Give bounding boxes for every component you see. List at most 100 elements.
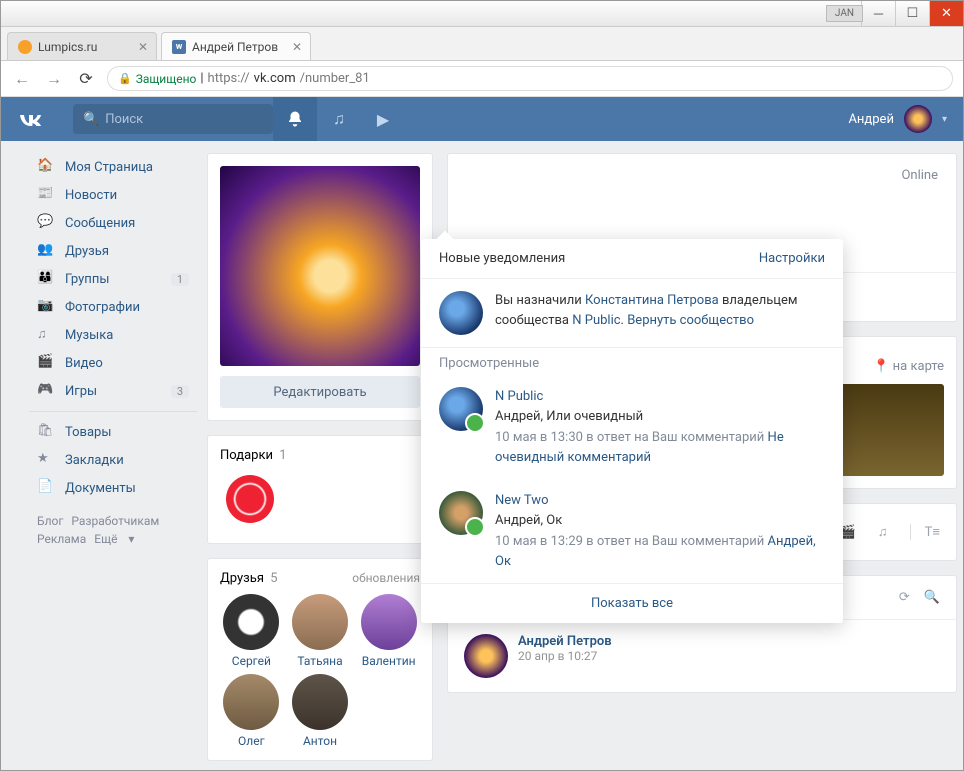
tab-lumpics[interactable]: Lumpics.ru ✕: [7, 32, 157, 60]
window-minimize-button[interactable]: ─: [861, 1, 895, 26]
community-link[interactable]: New Two: [495, 491, 825, 511]
friends-count: 5: [270, 571, 277, 586]
gift-santa-icon[interactable]: [226, 475, 274, 523]
tab-vk[interactable]: w Андрей Петров ✕: [161, 32, 311, 60]
search-input[interactable]: 🔍 Поиск: [73, 104, 273, 134]
avatar: [439, 387, 483, 431]
notifications-title: Новые уведомления: [439, 251, 565, 266]
favicon-vk: w: [172, 40, 186, 54]
friend-item[interactable]: Татьяна: [289, 594, 352, 668]
footer-more-link[interactable]: Ещё ▾: [94, 532, 134, 546]
footer-blog-link[interactable]: Блог: [37, 514, 63, 528]
tab-close-icon[interactable]: ✕: [138, 40, 148, 54]
window-maximize-button[interactable]: ☐: [895, 1, 929, 26]
notifications-popup: Новые уведомления Настройки Вы назначили…: [421, 239, 843, 623]
sidebar-item-documents[interactable]: 📄Документы: [29, 474, 197, 502]
text-options-icon[interactable]: T≡: [910, 524, 940, 540]
show-all-link[interactable]: Показать все: [421, 583, 843, 623]
community-link[interactable]: N Public: [495, 387, 825, 407]
star-icon: ★: [37, 451, 55, 469]
search-icon: 🔍: [83, 112, 99, 127]
notification-item[interactable]: New Two Андрей, Ок 10 мая в 13:29 в отве…: [421, 479, 843, 583]
avatar: [223, 594, 279, 650]
sidebar-item-photos[interactable]: 📷Фотографии: [29, 293, 197, 321]
community-link[interactable]: N Public: [572, 313, 620, 328]
sidebar-item-news[interactable]: 📰Новости: [29, 181, 197, 209]
friend-item[interactable]: Сергей: [220, 594, 283, 668]
profile-photo-block: Редактировать: [207, 153, 433, 421]
profile-photo[interactable]: [220, 166, 420, 366]
gifts-count: 1: [279, 448, 286, 463]
video-play-button[interactable]: ▶: [361, 97, 405, 141]
avatar: [292, 674, 348, 730]
sidebar-item-messages[interactable]: 💬Сообщения: [29, 209, 197, 237]
sidebar-item-games[interactable]: 🎮Игры3: [29, 377, 197, 405]
secure-label: Защищено: [136, 72, 197, 86]
url-bar[interactable]: 🔒 Защищено | https://vk.com/number_81: [107, 66, 953, 91]
refresh-icon[interactable]: ⟳: [899, 590, 910, 605]
browser-addressbar: ← → ⟳ 🔒 Защищено | https://vk.com/number…: [1, 61, 963, 97]
nav-forward-button[interactable]: →: [43, 69, 65, 89]
source-label: JAN: [826, 5, 863, 22]
sidebar-item-groups[interactable]: 👨‍👩‍👦Группы1: [29, 265, 197, 293]
sidebar-item-market[interactable]: 🛍Товары: [29, 418, 197, 446]
notifications-bell-button[interactable]: [273, 97, 317, 141]
avatar[interactable]: [464, 634, 508, 678]
browser-window: JAN ─ ☐ ✕ Lumpics.ru ✕ w Андрей Петров ✕…: [0, 0, 964, 771]
header-user-menu[interactable]: Андрей ▾: [848, 105, 947, 133]
tab-close-icon[interactable]: ✕: [292, 40, 302, 54]
music-button[interactable]: ♫: [317, 97, 361, 141]
video-icon: 🎬: [37, 354, 55, 372]
nav-back-button[interactable]: ←: [11, 69, 33, 89]
gifts-title[interactable]: Подарки: [220, 448, 273, 463]
sidebar-item-profile[interactable]: 🏠Моя Страница: [29, 153, 197, 181]
photo-thumbnail[interactable]: [828, 384, 945, 476]
notification-item[interactable]: Вы назначили Константина Петрова владель…: [421, 279, 843, 347]
sidebar-item-bookmarks[interactable]: ★Закладки: [29, 446, 197, 474]
friend-item[interactable]: Валентин: [357, 594, 420, 668]
avatar: [292, 594, 348, 650]
search-placeholder: Поиск: [105, 112, 143, 127]
post-author-link[interactable]: Андрей Петров: [518, 634, 612, 649]
music-icon[interactable]: ♫: [878, 524, 888, 540]
person-link[interactable]: Константина Петрова: [585, 293, 719, 308]
avatar: [904, 105, 932, 133]
notifications-settings-link[interactable]: Настройки: [759, 251, 825, 266]
tab-title: Lumpics.ru: [38, 40, 97, 54]
browser-tabstrip: Lumpics.ru ✕ w Андрей Петров ✕: [1, 27, 963, 61]
post-date: 20 апр в 10:27: [518, 649, 612, 663]
edit-profile-button[interactable]: Редактировать: [220, 376, 420, 408]
friends-icon: 👥: [37, 242, 55, 260]
return-community-link[interactable]: Вернуть сообщество: [627, 313, 754, 328]
sidebar-item-friends[interactable]: 👥Друзья: [29, 237, 197, 265]
header-username: Андрей: [848, 112, 894, 127]
friend-item[interactable]: Олег: [220, 674, 283, 748]
sidebar-item-music[interactable]: ♫Музыка: [29, 321, 197, 349]
gifts-block: Подарки 1: [207, 435, 433, 544]
footer-ads-link[interactable]: Реклама: [37, 532, 86, 546]
nav-reload-button[interactable]: ⟳: [75, 69, 97, 88]
notifications-viewed-section: Просмотренные: [421, 347, 843, 375]
avatar: [361, 594, 417, 650]
vk-header: 🔍 Поиск ♫ ▶ Андрей ▾: [1, 97, 963, 141]
chevron-down-icon: ▾: [942, 114, 947, 125]
window-close-button[interactable]: ✕: [929, 1, 963, 26]
avatar: [439, 491, 483, 535]
url-path: /number_81: [300, 71, 370, 86]
search-icon[interactable]: 🔍: [924, 590, 940, 605]
notification-item[interactable]: N Public Андрей, Или очевидный 10 мая в …: [421, 375, 843, 479]
window-titlebar: JAN ─ ☐ ✕: [1, 1, 963, 27]
avatar: [223, 674, 279, 730]
friend-item[interactable]: Антон: [289, 674, 352, 748]
friends-updates-link[interactable]: обновления: [352, 571, 420, 585]
friends-title[interactable]: Друзья: [220, 571, 264, 586]
favicon-lumpics: [18, 40, 32, 54]
vk-logo[interactable]: [17, 107, 43, 131]
sidebar-item-video[interactable]: 🎬Видео: [29, 349, 197, 377]
badge: 3: [171, 385, 189, 398]
online-status: Online: [901, 168, 938, 183]
market-icon: 🛍: [37, 423, 55, 441]
url-protocol: https://: [208, 71, 250, 86]
news-icon: 📰: [37, 186, 55, 204]
footer-dev-link[interactable]: Разработчикам: [71, 514, 159, 528]
